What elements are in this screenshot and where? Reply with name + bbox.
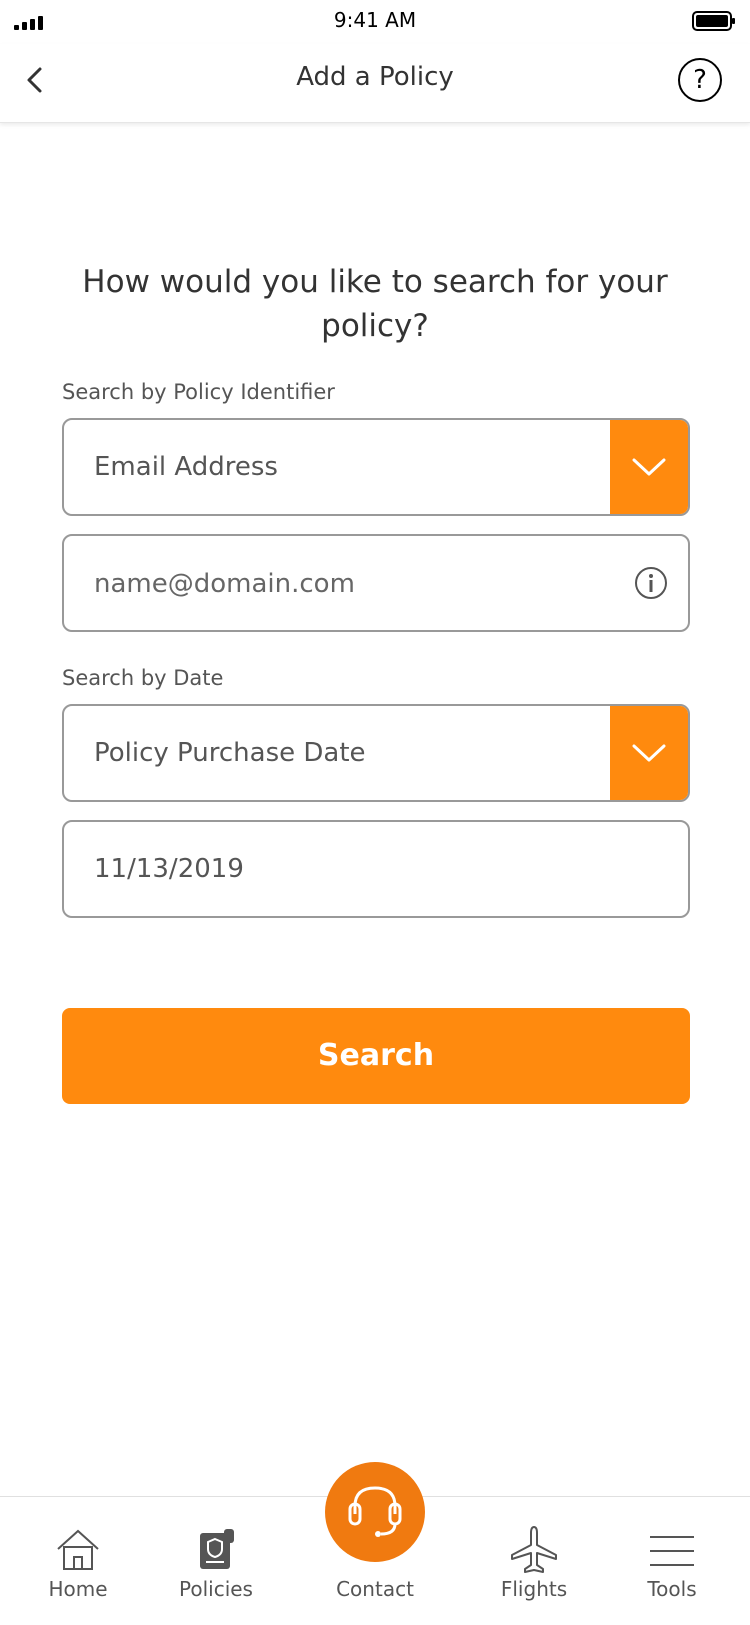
contact-fab[interactable]	[325, 1462, 425, 1562]
email-field[interactable]	[62, 534, 690, 632]
chevron-down-icon	[632, 458, 666, 476]
menu-icon	[650, 1536, 694, 1566]
home-icon	[57, 1529, 99, 1570]
identifier-dropdown-button[interactable]	[610, 420, 688, 514]
date-label: Search by Date	[62, 666, 224, 690]
nav-bar: Add a Policy ?	[0, 44, 750, 123]
battery-icon	[692, 11, 735, 31]
date-input-value[interactable]: 11/13/2019	[94, 822, 244, 916]
chevron-down-icon	[632, 744, 666, 762]
search-question: How would you like to search for your po…	[82, 264, 668, 344]
headset-icon	[348, 1486, 402, 1537]
search-button[interactable]: Search	[62, 1008, 690, 1104]
tab-policies-label: Policies	[179, 1577, 253, 1601]
status-time: 9:41 AM	[333, 8, 417, 32]
tab-tools[interactable]: Tools	[612, 1497, 732, 1625]
date-type-select[interactable]: Policy Purchase Date	[62, 704, 690, 802]
page-title: Add a Policy	[296, 62, 454, 92]
help-button[interactable]: ?	[678, 58, 722, 102]
date-type-dropdown-button[interactable]	[610, 706, 688, 800]
date-field[interactable]: 11/13/2019	[62, 820, 690, 918]
identifier-label: Search by Policy Identifier	[62, 380, 335, 404]
tab-contact-label: Contact	[336, 1577, 414, 1601]
identifier-select-value: Email Address	[94, 452, 278, 482]
status-bar: 9:41 AM	[0, 0, 750, 44]
info-icon[interactable]	[634, 566, 668, 600]
tab-home[interactable]: Home	[18, 1497, 138, 1625]
policies-icon	[200, 1529, 234, 1569]
tab-policies[interactable]: Policies	[156, 1497, 276, 1625]
airplane-icon	[511, 1526, 557, 1573]
email-input[interactable]	[92, 558, 596, 610]
date-type-select-value: Policy Purchase Date	[94, 738, 366, 768]
tab-flights-label: Flights	[500, 1577, 568, 1601]
identifier-select[interactable]: Email Address	[62, 418, 690, 516]
tab-flights[interactable]: Flights	[474, 1497, 594, 1625]
tab-tools-label: Tools	[647, 1577, 697, 1601]
tab-home-label: Home	[48, 1577, 108, 1601]
